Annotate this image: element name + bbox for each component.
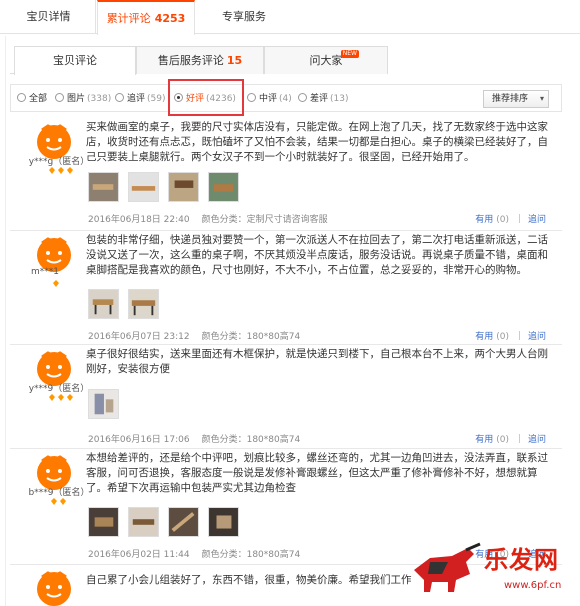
reviewer-name: m***1 [31, 267, 59, 277]
review-date: 2016年06月16日 17:06 [88, 435, 190, 445]
tab-item-details[interactable]: 宝贝详情 [2, 0, 96, 34]
review-text: 本想给差评的，还是给个中评吧，划痕比较多，螺丝还弯的，尤其一边角凹进去，没法弄直… [86, 452, 548, 494]
review-text: 桌子很好很结实，送来里面还有木框保护，就是快递只到楼下，自己根本台不上来，两个大… [86, 348, 548, 375]
filter-images[interactable]: 图片 (338) [55, 93, 111, 105]
level-diamond-icon [49, 167, 73, 174]
review-photo[interactable] [128, 172, 159, 202]
bull-logo-icon [414, 542, 481, 592]
level-diamond-icon [51, 498, 66, 505]
review-date: 2016年06月18日 22:40 [88, 215, 190, 225]
level-diamond-icon [49, 394, 73, 401]
useful-link[interactable]: 有用 [475, 435, 493, 445]
review-photo[interactable] [168, 172, 199, 202]
radio-icon[interactable] [17, 93, 26, 102]
top-tab-bar: 宝贝详情 累计评论 4253 专享服务 [0, 0, 580, 35]
review-photo[interactable] [88, 289, 119, 319]
level-diamond-icon [53, 280, 59, 287]
useful-count: (0) [496, 332, 509, 342]
radio-icon[interactable] [247, 93, 256, 102]
review-photo[interactable] [208, 172, 239, 202]
radio-icon[interactable] [115, 93, 124, 102]
filter-bar: 全部 图片 (338) 追评 (59) 好评 (4236) 中评 (4) 差评 (13) … [10, 84, 562, 112]
ask-link[interactable]: 追问 [528, 435, 546, 445]
subtab-item-reviews[interactable]: 宝贝评论 [14, 46, 136, 75]
divider [518, 214, 520, 223]
chevron-down-icon: ▾ [539, 94, 544, 103]
ask-link[interactable]: 追问 [528, 332, 546, 342]
review-photo[interactable] [128, 507, 159, 537]
review-photo[interactable] [208, 507, 239, 537]
filter-neutral[interactable]: 中评 (4) [247, 93, 292, 105]
avatar-icon [37, 571, 71, 606]
highlight-box [168, 79, 244, 116]
review-spec: 颜色分类：180*80高74 [201, 550, 301, 560]
useful-count: (0) [496, 435, 509, 445]
review-spec: 颜色分类：180*80高74 [201, 435, 301, 445]
useful-link[interactable]: 有用 [475, 215, 493, 225]
review-date: 2016年06月02日 11:44 [88, 550, 190, 560]
review-meta: 2016年06月16日 17:06 颜色分类：180*80高74 [88, 432, 300, 445]
review-photo[interactable] [88, 172, 119, 202]
sub-tab-bar: 宝贝评论 售后服务评论 15 问大家 NEW [10, 46, 388, 75]
review-photo[interactable] [168, 507, 199, 537]
review-item: y***g（匿名） 买来做画室的桌子，我要的尺寸实体店没有，只能定做。在网上泡了… [10, 118, 562, 231]
tab-services[interactable]: 专享服务 [196, 0, 292, 34]
watermark-title: 乐发网 [484, 545, 559, 574]
radio-icon[interactable] [298, 93, 307, 102]
useful-link[interactable]: 有用 [475, 332, 493, 342]
review-date: 2016年06月07日 23:12 [88, 332, 190, 342]
review-spec: 颜色分类：180*80高74 [201, 332, 301, 342]
tab-reviews[interactable]: 累计评论 4253 [97, 0, 195, 35]
useful-count: (0) [496, 215, 509, 225]
radio-icon[interactable] [55, 93, 64, 102]
review-meta: 2016年06月07日 23:12 颜色分类：180*80高74 [88, 329, 300, 342]
subtab-aftersale-reviews[interactable]: 售后服务评论 15 [136, 46, 264, 74]
review-meta: 2016年06月02日 11:44 颜色分类：180*80高74 [88, 547, 300, 560]
review-text: 包装的非常仔细，快递员独对要赞一个，第一次派送人不在拉回去了，第二次打电话重新派… [86, 234, 548, 276]
review-actions: 有用 (0) 追问 [475, 329, 546, 342]
filter-all[interactable]: 全部 [17, 93, 49, 105]
review-text: 买来做画室的桌子，我要的尺寸实体店没有，只能定做。在网上泡了几天，找了无数家终于… [86, 121, 548, 163]
review-photo[interactable] [128, 289, 159, 319]
watermark-url: www.6pf.cn [504, 580, 562, 591]
filter-followup[interactable]: 追评 (59) [115, 93, 166, 105]
review-text: 自己累了小会儿组装好了，东西不错，很重，物美价廉。希望我们工作 [86, 574, 412, 586]
review-spec: 颜色分类：定制尺寸请咨询客服 [201, 215, 328, 225]
review-photo[interactable] [88, 507, 119, 537]
filter-negative[interactable]: 差评 (13) [298, 93, 349, 105]
aftersale-count: 15 [226, 54, 243, 67]
divider [518, 434, 520, 443]
review-actions: 有用 (0) 追问 [475, 432, 546, 445]
review-meta: 2016年06月18日 22:40 颜色分类：定制尺寸请咨询客服 [88, 212, 328, 225]
divider [518, 331, 520, 340]
sort-dropdown[interactable]: 推荐排序 ▾ [483, 90, 549, 108]
review-actions: 有用 (0) 追问 [475, 212, 546, 225]
reviews-count: 4253 [154, 12, 186, 25]
review-item: m***1 包装的非常仔细，快递员独对要赞一个，第一次派送人不在拉回去了，第二次… [10, 231, 562, 345]
subtab-ask-everyone[interactable]: 问大家 NEW [264, 46, 388, 74]
review-item: y***9（匿名） 桌子很好很结实，送来里面还有木框保护，就是快递只到楼下，自己… [10, 345, 562, 449]
ask-link[interactable]: 追问 [528, 215, 546, 225]
new-badge: NEW [340, 50, 359, 58]
review-photo[interactable] [88, 389, 119, 419]
watermark-logo: 乐发网 www.6pf.cn [408, 538, 573, 600]
